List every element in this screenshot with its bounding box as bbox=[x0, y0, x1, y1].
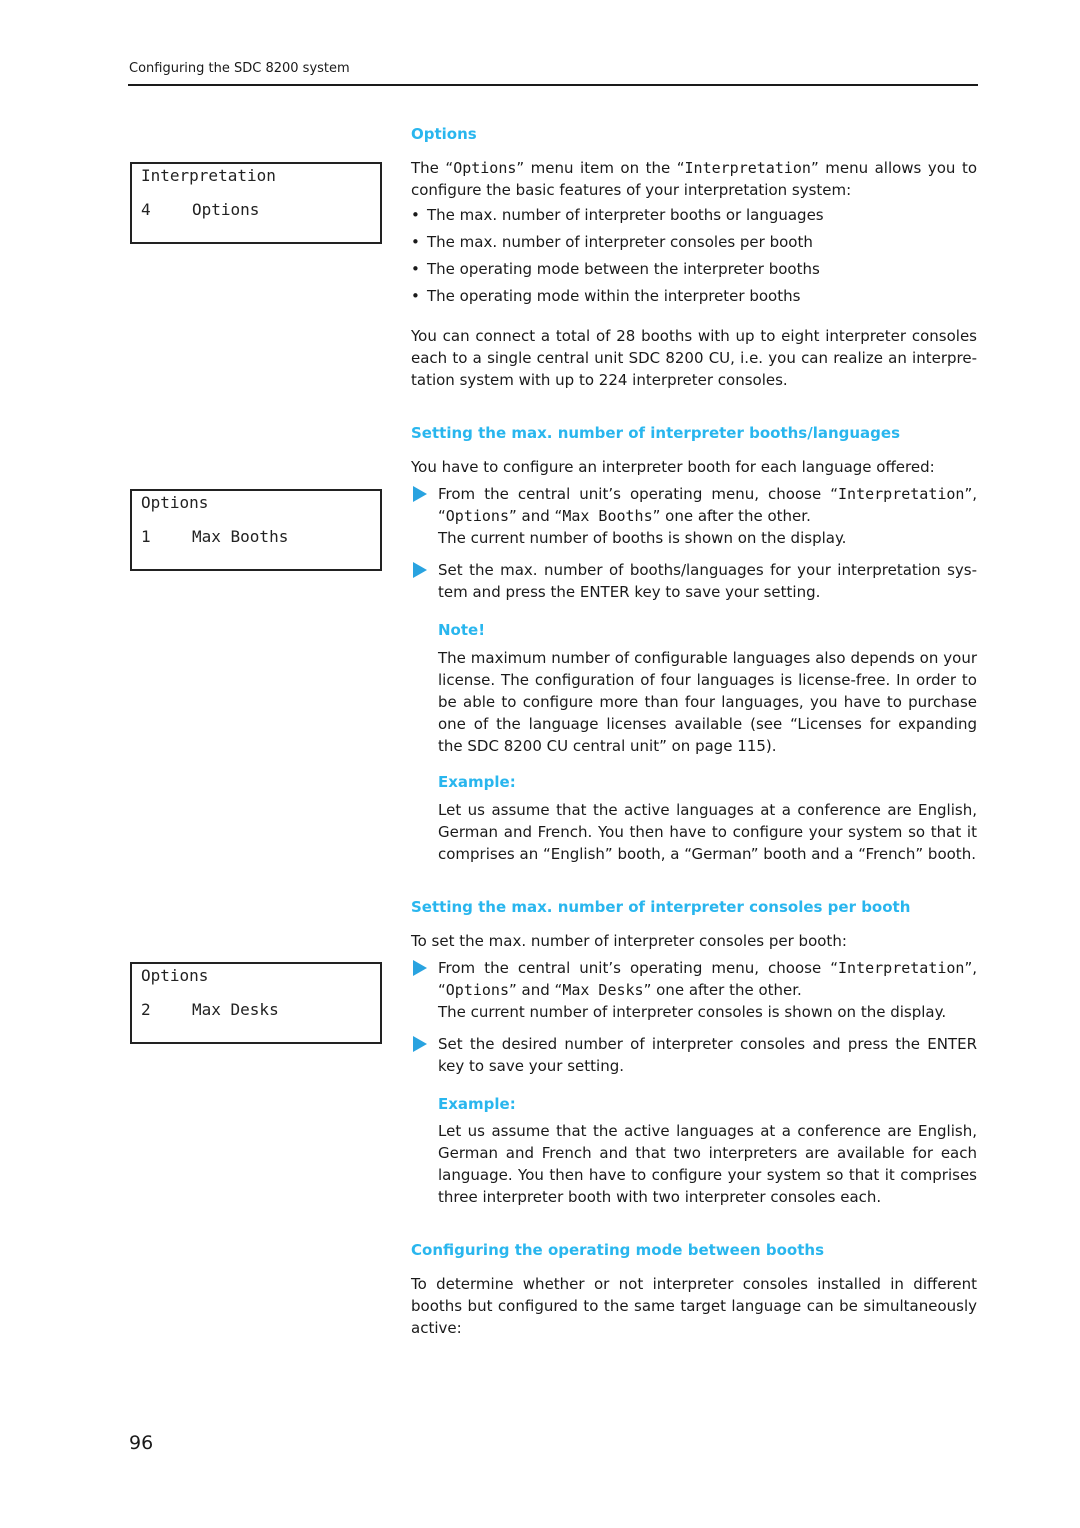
menu-term: Interpretation bbox=[838, 485, 965, 503]
text: ” menu item on the “ bbox=[516, 159, 685, 177]
text: ” and “ bbox=[509, 507, 563, 525]
menu-term: Max Booths bbox=[562, 507, 653, 525]
note-heading: Note! bbox=[438, 621, 486, 639]
bullet-item: • The operating mode within the interpret… bbox=[411, 287, 800, 305]
step-arrow-icon bbox=[413, 1036, 427, 1052]
text: From the central unit’s operating menu, … bbox=[438, 959, 839, 977]
example-heading: Example: bbox=[438, 1095, 516, 1113]
lcd-item-label: Max Booths bbox=[192, 527, 289, 546]
menu-term: Max Desks bbox=[562, 981, 644, 999]
consoles-intro: To set the max. number of interpreter co… bbox=[411, 932, 847, 950]
bullet-item: • The operating mode between the interpre… bbox=[411, 260, 820, 278]
bullet-item: • The max. number of interpreter consoles… bbox=[411, 233, 813, 251]
booths-step-1: From the central unit’s operating menu, … bbox=[438, 483, 977, 549]
text: From the central unit’s operating menu, … bbox=[438, 485, 839, 503]
lcd-line-title: Options bbox=[141, 493, 209, 512]
text: ” one after the other. bbox=[652, 507, 811, 525]
bullet-text: The max. number of interpreter booths or… bbox=[427, 206, 824, 224]
section-heading-operating-mode: Configuring the operating mode between b… bbox=[411, 1241, 825, 1259]
booths-step-2: Set the max. number of booths/languages … bbox=[438, 561, 977, 601]
step-result: The current number of interpreter consol… bbox=[438, 1003, 947, 1021]
lcd-item-number: 1 bbox=[141, 527, 151, 546]
step-arrow-icon bbox=[413, 562, 427, 578]
example-heading: Example: bbox=[438, 773, 516, 791]
lcd-item-number: 2 bbox=[141, 1000, 151, 1019]
consoles-step-2: Set the desired number of interpreter co… bbox=[438, 1035, 977, 1075]
section-heading-options: Options bbox=[411, 125, 477, 143]
text: The “ bbox=[411, 159, 454, 177]
lcd-display-max-desks: Options 2 Max Desks bbox=[130, 962, 382, 1044]
note-text: The maximum number of configurable langu… bbox=[438, 649, 977, 755]
example-text: Let us assume that the active languages … bbox=[438, 801, 977, 863]
header-divider bbox=[128, 84, 978, 86]
lcd-display-max-booths: Options 1 Max Booths bbox=[130, 489, 382, 571]
step-arrow-icon bbox=[413, 486, 427, 502]
bullet-icon: • bbox=[411, 287, 420, 305]
consoles-step-1: From the central unit’s operating menu, … bbox=[438, 957, 977, 1023]
header-title: Configuring the SDC 8200 system bbox=[129, 61, 350, 76]
bullet-icon: • bbox=[411, 233, 420, 251]
lcd-line-title: Interpretation bbox=[141, 166, 276, 185]
options-paragraph: You can connect a total of 28 booths wit… bbox=[411, 327, 977, 389]
lcd-display-interpretation: Interpretation 4 Options bbox=[130, 162, 382, 244]
page-number: 96 bbox=[129, 1432, 154, 1454]
bullet-text: The operating mode between the interpret… bbox=[427, 260, 820, 278]
section-heading-consoles: Setting the max. number of interpreter c… bbox=[411, 898, 911, 916]
menu-term: Options bbox=[445, 507, 509, 525]
bullet-icon: • bbox=[411, 206, 420, 224]
menu-term: Options bbox=[453, 159, 517, 177]
text: ” and “ bbox=[509, 981, 563, 999]
text: ” one after the other. bbox=[643, 981, 802, 999]
lcd-item-number: 4 bbox=[141, 200, 151, 219]
operating-mode-text: To determine whether or not interpreter … bbox=[411, 1275, 977, 1337]
menu-term: Options bbox=[445, 981, 509, 999]
bullet-text: The max. number of interpreter consoles … bbox=[427, 233, 813, 251]
options-intro: The “Options” menu item on the “Interpre… bbox=[411, 157, 977, 201]
menu-term: Interpretation bbox=[838, 959, 965, 977]
section-heading-booths: Setting the max. number of interpreter b… bbox=[411, 424, 901, 442]
step-arrow-icon bbox=[413, 960, 427, 976]
lcd-item-label: Max Desks bbox=[192, 1000, 279, 1019]
bullet-text: The operating mode within the interprete… bbox=[427, 287, 801, 305]
menu-term: Interpretation bbox=[684, 159, 811, 177]
booths-intro: You have to configure an interpreter boo… bbox=[411, 458, 935, 476]
example-text: Let us assume that the active languages … bbox=[438, 1122, 977, 1206]
bullet-icon: • bbox=[411, 260, 420, 278]
lcd-item-label: Options bbox=[192, 200, 260, 219]
step-result: The current number of booths is shown on… bbox=[438, 529, 847, 547]
bullet-item: • The max. number of interpreter booths o… bbox=[411, 206, 824, 224]
lcd-line-title: Options bbox=[141, 966, 209, 985]
